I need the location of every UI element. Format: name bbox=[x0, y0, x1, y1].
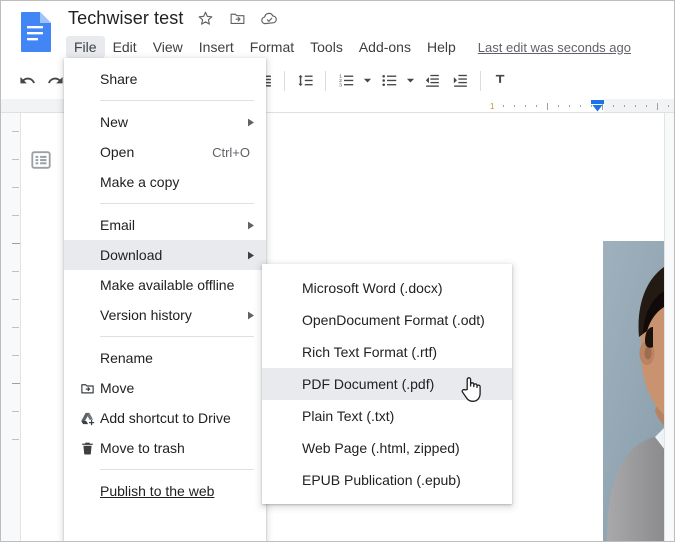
menu-item-add-shortcut-to-drive[interactable]: Add shortcut to Drive bbox=[64, 403, 266, 433]
menu-addons[interactable]: Add-ons bbox=[351, 36, 419, 58]
menu-item-share[interactable]: Share bbox=[64, 64, 266, 94]
submenu-arrow-icon bbox=[244, 251, 258, 260]
menu-item-email[interactable]: Email bbox=[64, 210, 266, 240]
submenu-item-label: Web Page (.html, zipped) bbox=[302, 440, 460, 456]
first-line-indent-marker[interactable] bbox=[590, 99, 605, 112]
toolbar-separator bbox=[284, 70, 285, 91]
menu-view[interactable]: View bbox=[145, 36, 191, 58]
google-docs-window: Techwiser test File Edit View Insert For… bbox=[0, 0, 675, 542]
submenu-item-html[interactable]: Web Page (.html, zipped) bbox=[262, 432, 512, 464]
submenu-item-odt[interactable]: OpenDocument Format (.odt) bbox=[262, 304, 512, 336]
svg-text:3: 3 bbox=[339, 83, 342, 89]
menu-item-version-history[interactable]: Version history bbox=[64, 300, 266, 330]
menu-item-rename[interactable]: Rename bbox=[64, 343, 266, 373]
google-docs-icon[interactable] bbox=[18, 11, 52, 53]
move-to-folder-icon bbox=[74, 381, 100, 396]
menu-separator bbox=[100, 336, 254, 337]
menu-item-label: Version history bbox=[100, 307, 192, 323]
menu-item-move[interactable]: Move bbox=[64, 373, 266, 403]
download-submenu[interactable]: Microsoft Word (.docx) OpenDocument Form… bbox=[262, 264, 512, 504]
last-edit-status[interactable]: Last edit was seconds ago bbox=[478, 40, 631, 55]
menu-format[interactable]: Format bbox=[242, 36, 302, 58]
submenu-item-label: PDF Document (.pdf) bbox=[302, 376, 435, 392]
submenu-item-label: Rich Text Format (.rtf) bbox=[302, 344, 438, 360]
move-to-folder-icon[interactable] bbox=[227, 9, 247, 29]
submenu-item-epub[interactable]: EPUB Publication (.epub) bbox=[262, 464, 512, 496]
menu-item-label: Email bbox=[100, 217, 136, 233]
title-row: Techwiser test bbox=[68, 8, 279, 29]
line-spacing-icon[interactable] bbox=[292, 68, 318, 94]
toolbar-separator bbox=[325, 70, 326, 91]
menu-item-download[interactable]: Download bbox=[64, 240, 266, 270]
numbered-list-caret-icon[interactable] bbox=[361, 68, 374, 94]
menu-bar: File Edit View Insert Format Tools Add-o… bbox=[66, 36, 631, 58]
menu-separator bbox=[100, 203, 254, 204]
app-header: Techwiser test File Edit View Insert For… bbox=[0, 0, 675, 62]
undo-icon[interactable] bbox=[14, 68, 40, 94]
bulleted-list-caret-icon[interactable] bbox=[404, 68, 417, 94]
ruler-tick-label: 1 bbox=[490, 101, 495, 111]
menu-file[interactable]: File bbox=[66, 36, 105, 58]
menu-item-label: Publish to the web bbox=[100, 483, 215, 499]
submenu-item-rtf[interactable]: Rich Text Format (.rtf) bbox=[262, 336, 512, 368]
menu-item-shortcut: Ctrl+O bbox=[212, 144, 250, 160]
menu-item-label: Move to trash bbox=[100, 440, 185, 456]
bulleted-list-icon[interactable] bbox=[376, 68, 402, 94]
submenu-arrow-icon bbox=[244, 311, 258, 320]
menu-item-label: Add shortcut to Drive bbox=[100, 410, 231, 426]
document-outline-icon[interactable] bbox=[28, 147, 54, 173]
menu-separator bbox=[100, 469, 254, 470]
submenu-item-label: Microsoft Word (.docx) bbox=[302, 280, 443, 296]
menu-item-label: Rename bbox=[100, 350, 153, 366]
menu-item-make-available-offline[interactable]: Make available offline bbox=[64, 270, 266, 300]
menu-insert[interactable]: Insert bbox=[191, 36, 242, 58]
numbered-list-icon[interactable]: 1 2 3 bbox=[333, 68, 359, 94]
menu-item-move-to-trash[interactable]: Move to trash bbox=[64, 433, 266, 463]
menu-item-label: Make available offline bbox=[100, 277, 235, 293]
menu-item-label: Download bbox=[100, 247, 163, 263]
submenu-item-label: Plain Text (.txt) bbox=[302, 408, 395, 424]
menu-tools[interactable]: Tools bbox=[302, 36, 351, 58]
menu-item-label: Move bbox=[100, 380, 135, 396]
menu-item-open[interactable]: Open Ctrl+O bbox=[64, 137, 266, 167]
menu-item-make-a-copy[interactable]: Make a copy bbox=[64, 167, 266, 197]
menu-help[interactable]: Help bbox=[419, 36, 464, 58]
toolbar-separator bbox=[480, 70, 481, 91]
cloud-saved-icon[interactable] bbox=[259, 9, 279, 29]
menu-item-label: Share bbox=[100, 71, 138, 87]
submenu-arrow-icon bbox=[244, 118, 258, 127]
submenu-item-label: EPUB Publication (.epub) bbox=[302, 472, 461, 488]
menu-separator bbox=[100, 100, 254, 101]
menu-item-label: Open bbox=[100, 144, 135, 160]
star-icon[interactable] bbox=[195, 9, 215, 29]
page-title[interactable]: Techwiser test bbox=[68, 8, 183, 29]
menu-item-publish-to-the-web[interactable]: Publish to the web bbox=[64, 476, 266, 506]
add-shortcut-drive-icon bbox=[74, 411, 100, 426]
submenu-item-label: OpenDocument Format (.odt) bbox=[302, 312, 485, 328]
clear-formatting-icon[interactable] bbox=[488, 68, 514, 94]
menu-item-label: Make a copy bbox=[100, 174, 180, 190]
decrease-indent-icon[interactable] bbox=[419, 68, 445, 94]
trash-icon bbox=[74, 441, 100, 456]
menu-edit[interactable]: Edit bbox=[105, 36, 145, 58]
increase-indent-icon[interactable] bbox=[447, 68, 473, 94]
submenu-arrow-icon bbox=[244, 221, 258, 230]
menu-item-label: New bbox=[100, 114, 129, 130]
ruler-ticks: 1 bbox=[490, 101, 675, 111]
submenu-item-txt[interactable]: Plain Text (.txt) bbox=[262, 400, 512, 432]
menu-item-new[interactable]: New bbox=[64, 107, 266, 137]
person-photo[interactable] bbox=[603, 241, 664, 541]
file-menu-dropdown[interactable]: Share New Open Ctrl+O Make a copy Email … bbox=[64, 58, 266, 542]
submenu-item-pdf[interactable]: PDF Document (.pdf) bbox=[262, 368, 512, 400]
submenu-item-docx[interactable]: Microsoft Word (.docx) bbox=[262, 272, 512, 304]
